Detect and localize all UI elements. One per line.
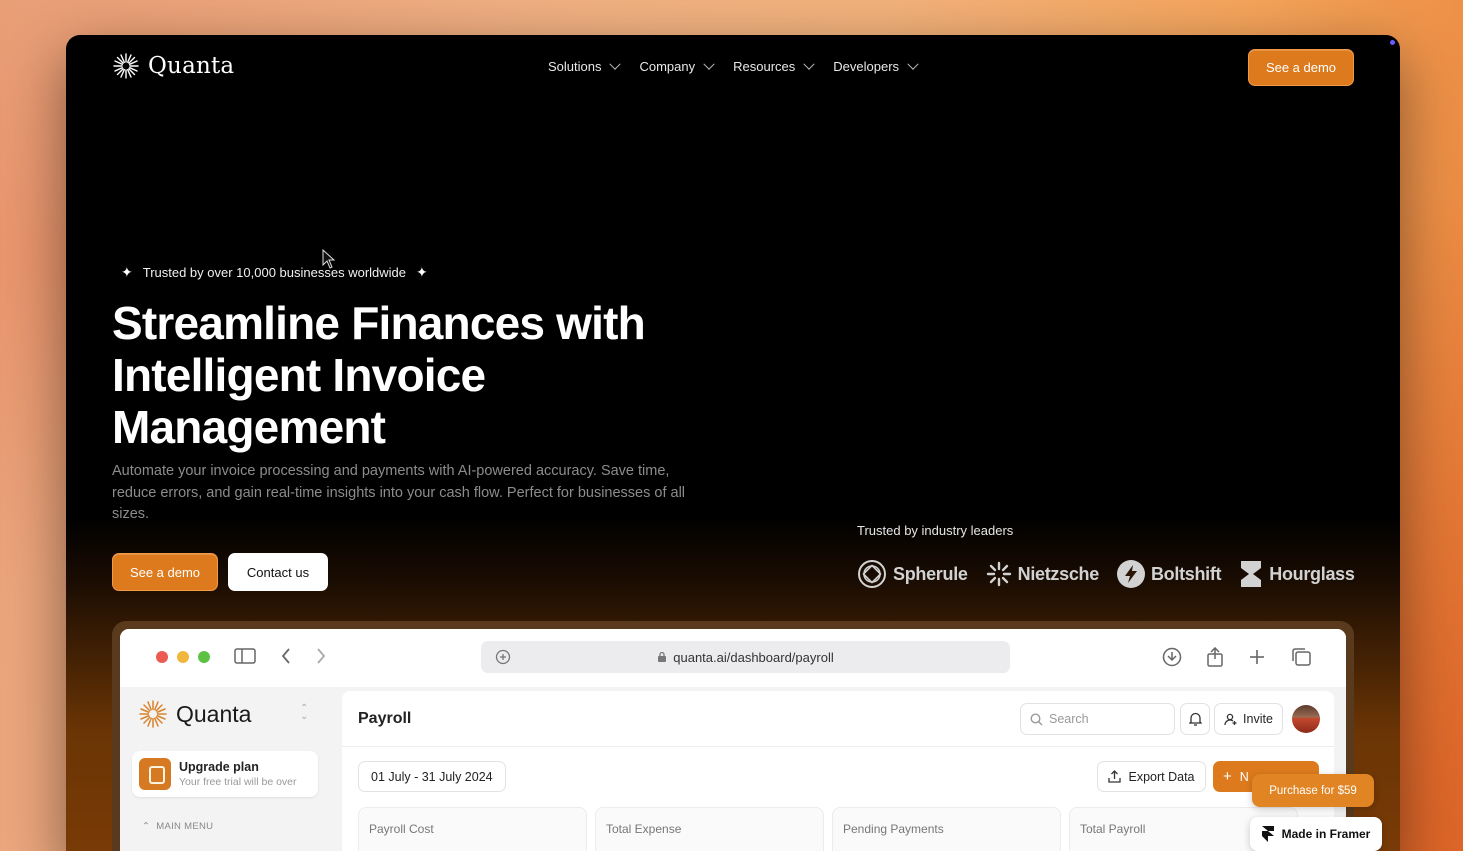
hero-see-demo-button[interactable]: See a demo — [112, 553, 218, 591]
invite-label: Invite — [1243, 712, 1273, 726]
notification-button[interactable] — [1180, 703, 1210, 735]
chevron-up-icon: ⌃ — [142, 821, 151, 832]
chevron-updown-icon[interactable]: ⌃ ⌄ — [300, 704, 308, 722]
nav-item-company[interactable]: Company — [639, 58, 715, 74]
framer-logo-icon — [1261, 826, 1274, 842]
hero-headline: Streamline Finances with Intelligent Inv… — [112, 297, 646, 453]
nav-item-solutions[interactable]: Solutions — [548, 58, 622, 74]
logo-label: Spherule — [893, 563, 968, 584]
nav-item-label: Company — [639, 59, 696, 74]
nav-menu: Solutions Company Resources Developers — [548, 58, 919, 74]
download-icon — [1162, 647, 1182, 667]
maximize-dot-icon — [198, 651, 210, 663]
export-data-button[interactable]: Export Data — [1097, 761, 1206, 792]
page-title: Payroll — [358, 710, 412, 727]
tabs-overview-icon — [1292, 648, 1311, 666]
plus-icon: + — [1223, 768, 1232, 785]
brand-logo[interactable]: Quanta — [112, 52, 234, 80]
minimize-dot-icon — [177, 651, 189, 663]
bolt-icon — [1116, 560, 1145, 588]
leaders-label: Trusted by industry leaders — [857, 523, 1014, 538]
mouse-cursor-icon — [322, 249, 336, 269]
mock-brand[interactable]: Quanta ⌃ ⌄ — [138, 699, 308, 729]
partner-logos: Spherule Nietzsche Boltshift Hourglass — [857, 559, 1355, 589]
nav-item-resources[interactable]: Resources — [733, 58, 815, 74]
new-label: N — [1239, 769, 1249, 784]
sidebar-toggle-icon — [234, 648, 256, 664]
upgrade-icon — [139, 758, 171, 790]
sunburst-logo-icon — [139, 700, 167, 728]
spherule-icon — [858, 560, 886, 588]
upgrade-title: Upgrade plan — [179, 760, 259, 774]
nav-item-label: Solutions — [548, 59, 602, 74]
contact-us-button[interactable]: Contact us — [228, 553, 328, 591]
mock-browser-toolbar: quanta.ai/dashboard/payroll — [120, 629, 1346, 687]
nav-item-developers[interactable]: Developers — [833, 58, 919, 74]
export-label: Export Data — [1128, 769, 1195, 784]
lock-icon — [658, 651, 667, 662]
purchase-button[interactable]: Purchase for $59 — [1252, 774, 1374, 807]
see-demo-button[interactable]: See a demo — [1248, 49, 1354, 86]
logo-spherule: Spherule — [857, 559, 968, 589]
logo-label: Hourglass — [1269, 563, 1355, 584]
logo-label: Nietzsche — [1017, 563, 1100, 584]
hourglass-icon — [1241, 561, 1262, 587]
invite-button[interactable]: Invite — [1214, 703, 1283, 735]
dashboard-preview: quanta.ai/dashboard/payroll Quanta ⌃ ⌄ U… — [112, 621, 1354, 851]
bell-icon — [1188, 712, 1202, 726]
card-pending-payments: Pending Payments — [832, 807, 1061, 851]
new-tab-plus-icon — [1250, 650, 1264, 664]
framer-label: Made in Framer — [1281, 827, 1371, 841]
back-arrow-icon — [281, 648, 290, 664]
search-placeholder: Search — [1049, 712, 1089, 726]
upgrade-subtitle: Your free trial will be over — [179, 776, 297, 788]
summary-cards: Payroll Cost Total Expense Pending Payme… — [358, 807, 1298, 851]
mock-brand-name: Quanta — [176, 700, 252, 727]
sparkle-icon: ✦ — [416, 264, 428, 280]
sunburst-logo-icon — [113, 53, 139, 79]
card-payroll-cost: Payroll Cost — [358, 807, 587, 851]
mock-sidebar: Quanta ⌃ ⌄ Upgrade plan Your free trial w… — [120, 687, 332, 851]
chevron-down-icon — [703, 58, 715, 70]
made-in-framer-badge[interactable]: Made in Framer — [1250, 817, 1382, 851]
top-nav: Quanta Solutions Company Resources Devel… — [66, 35, 1400, 101]
card-total-expense: Total Expense — [595, 807, 824, 851]
chevron-down-icon — [609, 58, 622, 70]
chevron-down-icon — [803, 58, 815, 70]
nav-item-label: Resources — [733, 59, 796, 74]
nav-item-label: Developers — [833, 59, 900, 74]
search-icon — [1030, 712, 1043, 725]
mock-main-panel: Payroll Search Invite 01 July - 31 July … — [342, 691, 1334, 851]
mock-url-bar: quanta.ai/dashboard/payroll — [481, 641, 1010, 673]
plus-circle-icon — [495, 649, 511, 665]
browser-window: Quanta Solutions Company Resources Devel… — [66, 35, 1400, 851]
logo-boltshift: Boltshift — [1116, 560, 1222, 588]
nietzsche-icon — [986, 561, 1011, 587]
dashboard-preview-window: quanta.ai/dashboard/payroll Quanta ⌃ ⌄ U… — [120, 629, 1346, 851]
sparkle-icon: ✦ — [121, 264, 133, 280]
share-icon — [1207, 647, 1223, 667]
trusted-text: Trusted by over 10,000 businesses worldw… — [142, 265, 407, 280]
chevron-down-icon — [907, 58, 919, 70]
logo-hourglass: Hourglass — [1239, 560, 1355, 588]
logo-label: Boltshift — [1150, 563, 1222, 584]
add-user-icon — [1224, 713, 1237, 725]
hero-subtext: Automate your invoice processing and pay… — [112, 463, 686, 522]
main-menu-text: MAIN MENU — [156, 821, 214, 832]
main-menu-label: ⌃ MAIN MENU — [142, 821, 213, 832]
mock-url-text: quanta.ai/dashboard/payroll — [673, 649, 834, 665]
mock-header: Payroll Search Invite — [342, 691, 1334, 747]
upgrade-plan-card[interactable]: Upgrade plan Your free trial will be ove… — [132, 751, 318, 797]
upload-icon — [1108, 770, 1122, 783]
date-range-picker[interactable]: 01 July - 31 July 2024 — [358, 761, 506, 792]
logo-nietzsche: Nietzsche — [986, 561, 1099, 587]
close-dot-icon — [156, 651, 168, 663]
brand-name: Quanta — [148, 53, 235, 79]
trusted-badge: ✦ Trusted by over 10,000 businesses worl… — [121, 264, 428, 281]
forward-arrow-icon — [317, 648, 326, 664]
search-input[interactable]: Search — [1020, 703, 1175, 735]
avatar[interactable] — [1292, 705, 1320, 733]
